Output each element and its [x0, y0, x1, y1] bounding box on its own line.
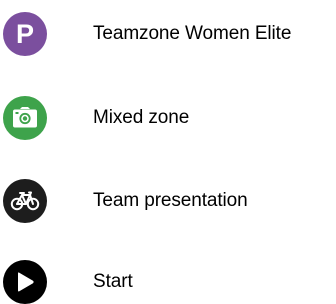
legend-item-start: Start — [0, 260, 336, 304]
camera-icon — [3, 96, 47, 140]
play-icon-glyph — [18, 272, 34, 292]
parking-icon: P — [3, 12, 47, 56]
play-icon — [3, 260, 47, 304]
legend-item-mixed-zone: Mixed zone — [0, 96, 336, 140]
parking-icon-letter: P — [15, 19, 34, 49]
map-legend: P Teamzone Women Elite Mixed zone Team p… — [0, 0, 336, 304]
legend-item-teamzone: P Teamzone Women Elite — [0, 12, 336, 56]
bicycle-icon-glyph — [10, 191, 40, 211]
bicycle-icon — [3, 179, 47, 223]
legend-label-start: Start — [93, 271, 133, 292]
legend-label-team-presentation: Team presentation — [93, 190, 248, 211]
legend-label-mixed-zone: Mixed zone — [93, 107, 190, 128]
legend-label-teamzone: Teamzone Women Elite — [93, 23, 292, 44]
legend-item-team-presentation: Team presentation — [0, 179, 336, 223]
camera-icon-glyph — [13, 107, 37, 128]
